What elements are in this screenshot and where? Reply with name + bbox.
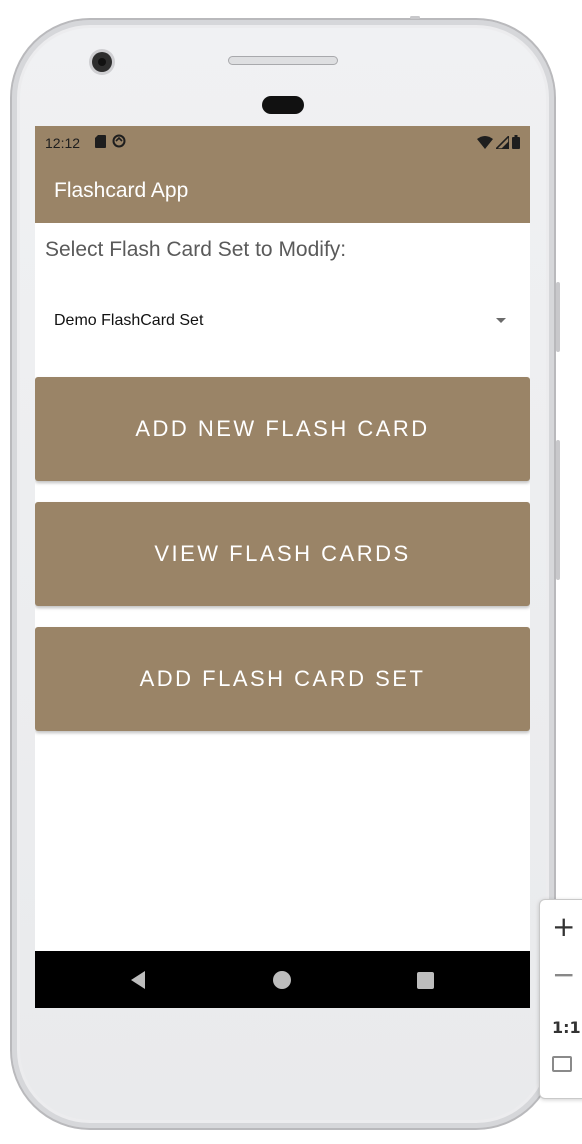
emulator-stage: 12:12 Flashcard App Select Flash Card Se… bbox=[0, 0, 582, 1144]
status-time: 12:12 bbox=[45, 135, 81, 151]
flash-card-set-dropdown[interactable]: Demo FlashCard Set bbox=[35, 298, 530, 346]
front-camera-icon bbox=[92, 52, 112, 72]
view-flash-cards-button[interactable]: VIEW FLASH CARDS bbox=[35, 502, 530, 606]
dropdown-selected-value: Demo FlashCard Set bbox=[54, 312, 204, 329]
recents-icon[interactable] bbox=[417, 972, 434, 989]
add-new-flash-card-button[interactable]: ADD NEW FLASH CARD bbox=[35, 377, 530, 481]
status-notification-icons bbox=[95, 134, 126, 148]
select-set-prompt: Select Flash Card Set to Modify: bbox=[45, 238, 347, 261]
speaker-slot bbox=[228, 56, 338, 65]
home-icon[interactable] bbox=[273, 971, 291, 989]
zoom-fit-icon[interactable] bbox=[552, 1056, 572, 1072]
app-title: Flashcard App bbox=[54, 179, 189, 202]
earpiece-sensor bbox=[262, 96, 304, 114]
wifi-icon bbox=[477, 135, 493, 149]
add-flash-card-set-button[interactable]: ADD FLASH CARD SET bbox=[35, 627, 530, 731]
emulator-zoom-panel: + − 1:1 bbox=[539, 899, 582, 1099]
zoom-reset-button[interactable]: 1:1 bbox=[552, 1018, 581, 1037]
status-system-icons bbox=[477, 135, 520, 149]
device-screen: 12:12 Flashcard App Select Flash Card Se… bbox=[35, 126, 530, 1008]
sd-card-icon bbox=[95, 134, 106, 148]
phone-volume-button bbox=[556, 440, 560, 580]
app-bar: Flashcard App bbox=[35, 160, 530, 223]
status-bar: 12:12 bbox=[35, 126, 530, 160]
dropdown-caret-icon bbox=[496, 318, 506, 323]
zoom-in-button[interactable]: + bbox=[552, 910, 575, 943]
phone-top-notch-mark bbox=[410, 16, 420, 19]
battery-icon bbox=[512, 135, 520, 149]
zoom-out-button[interactable]: − bbox=[552, 958, 575, 991]
cell-signal-icon bbox=[496, 135, 509, 149]
back-icon[interactable] bbox=[131, 971, 145, 989]
sync-circle-icon bbox=[112, 134, 126, 148]
phone-power-button bbox=[556, 282, 560, 352]
navigation-bar bbox=[35, 951, 530, 1008]
